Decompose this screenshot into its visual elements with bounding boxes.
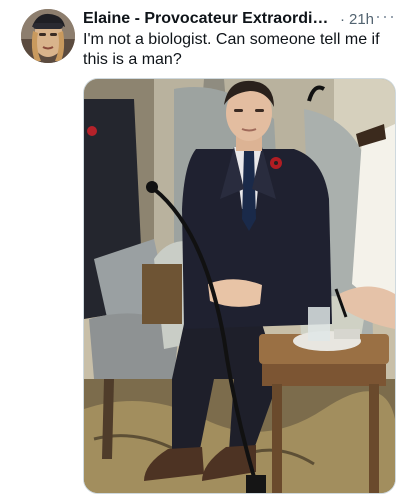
photo-man-in-suit-seated-icon xyxy=(84,79,395,493)
author-name[interactable]: Elaine - Provocateur Extraordin... xyxy=(83,10,335,28)
profile-photo-icon xyxy=(21,9,75,63)
tweet-text: I'm not a biologist. Can someone tell me… xyxy=(83,31,380,68)
more-options-icon[interactable]: ··· xyxy=(375,6,396,27)
tweet[interactable]: Elaine - Provocateur Extraordin... · 21h… xyxy=(0,0,414,503)
tweet-photo[interactable] xyxy=(83,78,396,494)
separator-dot: · xyxy=(340,10,345,28)
avatar[interactable] xyxy=(21,9,75,63)
timestamp[interactable]: 21h xyxy=(349,11,374,28)
tweet-header: Elaine - Provocateur Extraordin... · 21h… xyxy=(83,6,408,30)
